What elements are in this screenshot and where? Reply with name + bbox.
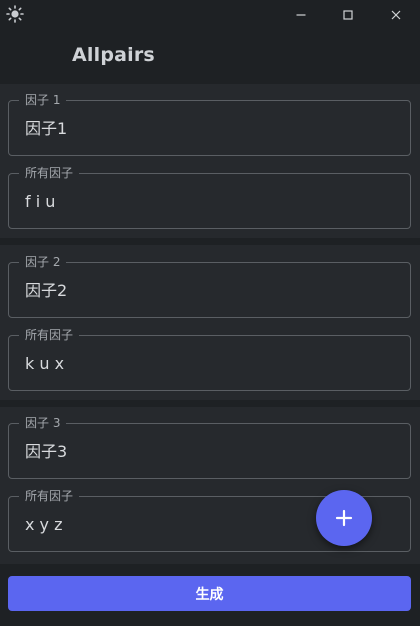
add-factor-button[interactable] [316,490,372,546]
minimize-button[interactable] [289,4,313,26]
factor-values-value[interactable]: k u x [25,353,64,375]
factor-name-value[interactable]: 因子3 [25,441,67,463]
factor-name-label: 因子 2 [19,254,67,270]
app-window: Allpairs 因子 1 因子1 所有因子 f i u 因子 2 因子2 所有… [0,0,420,626]
app-title: Allpairs [72,44,155,66]
factor-name-value[interactable]: 因子1 [25,118,67,140]
minimize-icon [296,14,306,16]
factor-values-label: 所有因子 [19,165,80,181]
factor-name-label: 因子 3 [19,415,67,431]
factor-values-value[interactable]: x y z [25,514,63,536]
factor-group-2: 因子 2 因子2 所有因子 k u x [0,245,420,400]
factor-name-value[interactable]: 因子2 [25,280,67,302]
factor-values-label: 所有因子 [19,488,80,504]
factor-values-label: 所有因子 [19,327,80,343]
bottom-bar: 生成 [0,564,420,626]
maximize-icon [343,10,353,20]
factor-group-1: 因子 1 因子1 所有因子 f i u [0,84,420,238]
factor-name-label: 因子 1 [19,92,67,108]
factor-name-field-3[interactable]: 因子 3 因子3 [8,415,411,479]
factor-name-field-1[interactable]: 因子 1 因子1 [8,92,411,156]
factor-values-field-2[interactable]: 所有因子 k u x [8,327,411,391]
maximize-button[interactable] [336,4,360,26]
generate-button[interactable]: 生成 [8,576,411,611]
factor-name-field-2[interactable]: 因子 2 因子2 [8,254,411,318]
factor-values-field-1[interactable]: 所有因子 f i u [8,165,411,229]
sun-icon [6,5,24,23]
close-button[interactable] [384,4,408,26]
app-header: Allpairs [0,30,420,82]
plus-icon [335,509,353,527]
factor-values-value[interactable]: f i u [25,191,55,213]
close-icon [391,10,401,20]
title-bar [0,0,420,30]
